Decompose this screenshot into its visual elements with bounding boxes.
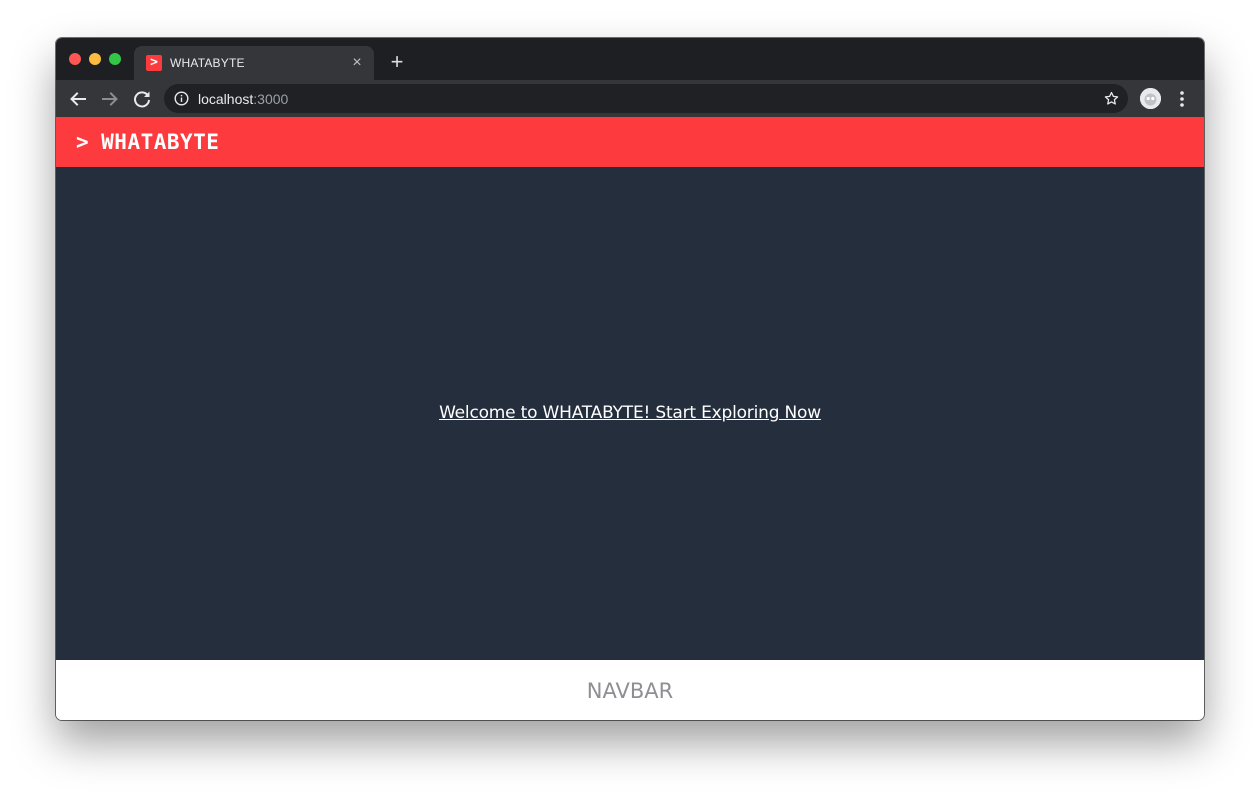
window-maximize-button[interactable]: [109, 53, 121, 65]
brand-logo[interactable]: > WHATABYTE: [76, 130, 219, 154]
tab-close-icon[interactable]: ×: [348, 54, 366, 72]
new-tab-button[interactable]: +: [386, 51, 408, 73]
brand-caret: >: [76, 130, 90, 154]
back-arrow-icon[interactable]: [66, 87, 90, 111]
forward-arrow-icon[interactable]: [98, 87, 122, 111]
page-viewport: > WHATABYTE Welcome to WHATABYTE! Start E…: [56, 117, 1204, 720]
favicon-icon: >: [146, 55, 162, 71]
navbar-label: NAVBAR: [586, 679, 674, 703]
profile-avatar-icon[interactable]: [1140, 88, 1161, 109]
welcome-link[interactable]: Welcome to WHATABYTE! Start Exploring No…: [56, 403, 1204, 423]
window-minimize-button[interactable]: [89, 53, 101, 65]
app-main-content: Welcome to WHATABYTE! Start Exploring No…: [56, 167, 1204, 660]
info-icon[interactable]: [174, 91, 189, 106]
url-port: :3000: [253, 91, 289, 107]
address-bar[interactable]: localhost:3000: [164, 84, 1128, 113]
reload-icon[interactable]: [130, 87, 154, 111]
window-close-button[interactable]: [69, 53, 81, 65]
more-menu-icon[interactable]: [1174, 88, 1190, 110]
browser-toolbar: localhost:3000: [56, 80, 1204, 117]
app-header: > WHATABYTE: [56, 117, 1204, 167]
tab-strip: > WHATABYTE × +: [56, 38, 1204, 80]
url-host: localhost: [198, 91, 254, 107]
app-navbar: NAVBAR: [56, 660, 1204, 720]
star-icon[interactable]: [1103, 90, 1120, 107]
browser-window: > WHATABYTE × + localhost:3000 > WHATABY…: [56, 38, 1204, 720]
brand-name: WHATABYTE: [101, 130, 220, 154]
url-text[interactable]: localhost:3000: [198, 91, 288, 107]
browser-tab[interactable]: > WHATABYTE ×: [134, 46, 374, 80]
tab-title: WHATABYTE: [170, 56, 245, 70]
